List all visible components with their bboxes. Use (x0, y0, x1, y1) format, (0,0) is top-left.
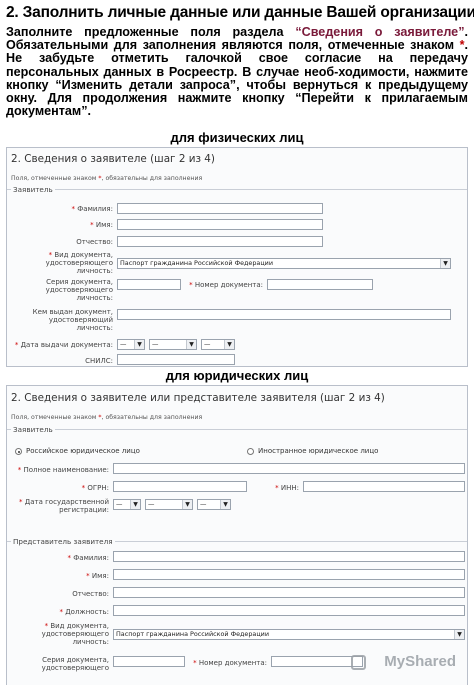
rep-docseries-input[interactable] (113, 656, 185, 667)
issuedate-year-select[interactable]: — ▼ (201, 339, 235, 350)
chevron-down-icon: ▼ (220, 500, 230, 509)
label-lastname: * Фамилия: (71, 205, 113, 213)
subtitle-legal: для юридических лиц (165, 368, 309, 383)
fieldset-legend-representative: Представитель заявителя (11, 537, 115, 546)
label-rep-docseries: Серия документа, удостоверяющего (41, 656, 109, 672)
radio-russian-entity[interactable] (15, 448, 22, 455)
doctype-select[interactable]: Паспорт гражданина Российской Федерации ▼ (117, 258, 451, 269)
rep-lastname-input[interactable] (113, 551, 465, 562)
docnumber-input[interactable] (267, 279, 373, 290)
label-rep-patronymic: Отчество: (72, 590, 109, 598)
ogrn-input[interactable] (113, 481, 247, 492)
section-name: “Сведения о заявителе” (295, 25, 465, 39)
label-firstname: * Имя: (90, 221, 113, 229)
label-snils: СНИЛС: (85, 357, 113, 365)
rep-doctype-select[interactable]: Паспорт гражданина Российской Федерации ▼ (113, 629, 465, 640)
label-fullname: * Полное наименование: (17, 466, 109, 474)
watermark: MyShared (384, 653, 456, 670)
required-note: Поля, отмеченные знаком *, обязательны д… (11, 175, 203, 182)
inn-input[interactable] (303, 481, 465, 492)
docseries-input[interactable] (117, 279, 181, 290)
issuedby-input[interactable] (117, 309, 451, 320)
regdate-year-select[interactable]: — ▼ (197, 499, 231, 510)
fieldset-legend: Заявитель (11, 425, 55, 434)
chevron-down-icon: ▼ (134, 340, 144, 349)
regdate-month-select[interactable]: — ▼ (145, 499, 193, 510)
form-title: 2. Сведения о заявителе или представител… (11, 392, 385, 404)
regdate-day-select[interactable]: — ▼ (113, 499, 141, 510)
issuedate-month-select[interactable]: — ▼ (149, 339, 197, 350)
label-issuedby: Кем выдан документ, удостоверяющий лично… (32, 308, 113, 332)
chevron-down-icon: ▼ (186, 340, 196, 349)
watermark-icon (351, 655, 366, 670)
firstname-input[interactable] (117, 219, 323, 230)
label-doctype: * Вид документа, удостоверяющего личност… (45, 251, 113, 275)
label-rep-firstname: * Имя: (86, 572, 109, 580)
rep-docnumber-input[interactable] (271, 656, 363, 667)
rep-patronymic-input[interactable] (113, 587, 465, 598)
label-docseries: Серия документа, удостоверяющего личност… (45, 278, 113, 302)
chevron-down-icon: ▼ (130, 500, 140, 509)
label-inn: * ИНН: (275, 484, 299, 492)
label-rep-lastname: * Фамилия: (67, 554, 109, 562)
label-rep-docnumber: * Номер документа: (193, 659, 267, 667)
form-title: 2. Сведения о заявителе (шаг 2 из 4) (11, 153, 215, 165)
issuedate-day-select[interactable]: — ▼ (117, 339, 145, 350)
label-docnumber: * Номер документа: (189, 281, 263, 289)
page-heading: 2. Заполнить личные данные или данные Ва… (6, 4, 474, 21)
chevron-down-icon: ▼ (224, 340, 234, 349)
label-issuedate: * Дата выдачи документа: (14, 341, 113, 349)
individual-applicant-form: 2. Сведения о заявителе (шаг 2 из 4) Пол… (6, 147, 468, 367)
chevron-down-icon: ▼ (440, 259, 450, 268)
label-regdate: * Дата государственной регистрации: (19, 498, 109, 514)
legal-applicant-form: 2. Сведения о заявителе или представител… (6, 385, 468, 685)
subtitle-individuals: для физических лиц (170, 130, 304, 145)
lastname-input[interactable] (117, 203, 323, 214)
label-patronymic: Отчество: (76, 238, 113, 246)
radio-foreign-entity[interactable] (247, 448, 254, 455)
label-rep-position: * Должность: (59, 608, 109, 616)
rep-position-input[interactable] (113, 605, 465, 616)
label-foreign-entity: Иностранное юридическое лицо (258, 447, 379, 455)
snils-input[interactable] (117, 354, 235, 365)
required-note: Поля, отмеченные знаком *, обязательны д… (11, 414, 203, 421)
instructions-paragraph: Заполните предложенные поля раздела “Све… (6, 25, 468, 119)
label-ogrn: * ОГРН: (81, 484, 109, 492)
fieldset-legend: Заявитель (11, 185, 55, 194)
chevron-down-icon: ▼ (182, 500, 192, 509)
chevron-down-icon: ▼ (454, 630, 464, 639)
fullname-input[interactable] (113, 463, 465, 474)
patronymic-input[interactable] (117, 236, 323, 247)
label-russian-entity: Российское юридическое лицо (26, 447, 140, 455)
rep-firstname-input[interactable] (113, 569, 465, 580)
label-rep-doctype: * Вид документа, удостоверяющего личност… (41, 622, 109, 646)
